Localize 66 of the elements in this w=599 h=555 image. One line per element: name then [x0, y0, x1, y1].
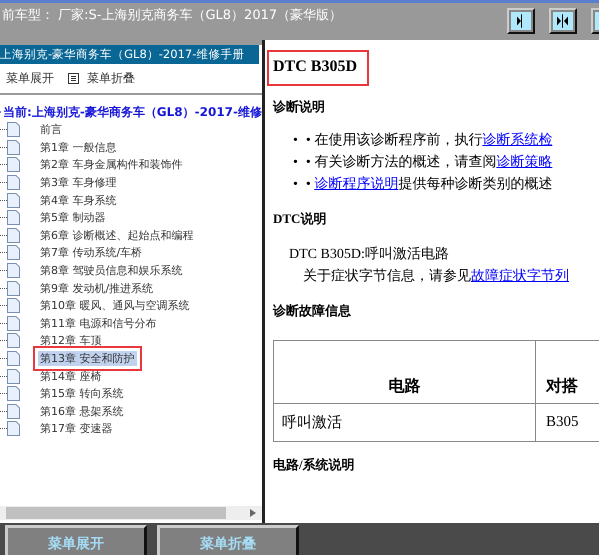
- page-icon: [7, 192, 20, 208]
- scroll-right-icon[interactable]: [250, 509, 256, 517]
- doc-link[interactable]: 故障症状字节列: [471, 269, 569, 284]
- section-heading: 诊断说明: [273, 98, 326, 116]
- list-icon: [68, 73, 79, 84]
- page-icon: [7, 157, 20, 172]
- doc-link[interactable]: 诊断程序说明: [314, 177, 398, 192]
- tree-item[interactable]: 第2章 车身金属构件和装饰件: [38, 157, 184, 172]
- page-icon: [7, 404, 20, 419]
- tree-item[interactable]: 第13章 安全和防护: [38, 351, 136, 366]
- vehicle-info: 前车型： 厂家:S-上海别克商务车（GL8）2017（豪华版）: [1, 7, 344, 24]
- description-text: DTC B305D:呼叫激活电路: [288, 246, 450, 264]
- bullet-icon: •: [293, 155, 298, 170]
- table-cell: 呼叫激活: [274, 404, 536, 442]
- tree-item[interactable]: 前言: [38, 122, 64, 138]
- page-icon: [7, 351, 20, 366]
- horizontal-scrollbar[interactable]: [0, 506, 262, 520]
- page-icon: [7, 298, 20, 314]
- column-header: 对搭: [536, 340, 599, 404]
- tree-item[interactable]: 第6章 诊断概述、起始点和编程: [38, 228, 196, 243]
- tree-item[interactable]: 第7章 传动系统/车桥: [38, 245, 144, 260]
- tree-item[interactable]: 第9章 发动机/推进系统: [38, 280, 156, 296]
- tree-item[interactable]: 第8章 驾驶员信息和娱乐系统: [38, 263, 184, 278]
- tree-item[interactable]: 第1章 一般信息: [38, 140, 118, 155]
- tree-item[interactable]: 第17章 变速器: [38, 421, 114, 436]
- bullet-text: • 在使用该诊断程序前，执行诊断系统检: [306, 133, 552, 148]
- page-icon: [7, 368, 20, 384]
- tree-item[interactable]: 第10章 暖风、通风与空调系统: [38, 298, 192, 314]
- tree-item[interactable]: 第4章 车身系统: [38, 192, 118, 208]
- collapse-menu-link[interactable]: 菜单折叠: [68, 70, 135, 87]
- tree-item[interactable]: 第3章 车身修理: [38, 175, 118, 190]
- column-header: 电路: [274, 340, 536, 404]
- bullet-icon: •: [293, 177, 298, 192]
- doc-link[interactable]: 诊断策略: [496, 155, 552, 170]
- page-icon: [7, 263, 20, 278]
- page-icon: [7, 175, 20, 190]
- description-text: 关于症状字节信息，请参见故障症状字节列: [302, 267, 570, 286]
- page-icon: [7, 122, 20, 138]
- pane-toggle-button[interactable]: [507, 8, 535, 34]
- section-heading: 诊断故障信息: [273, 302, 352, 320]
- doc-link[interactable]: 诊断系统检: [482, 133, 552, 148]
- tree-item[interactable]: 第12章 车顶: [38, 333, 104, 348]
- expand-menu-link[interactable]: 菜单展开: [6, 70, 54, 87]
- section-heading: 电路/系统说明: [273, 456, 356, 474]
- page-icon: [7, 421, 20, 436]
- bullet-text: • 诊断程序说明提供每种诊断类别的概述: [306, 177, 552, 192]
- tree-item[interactable]: 第11章 电源和信号分布: [38, 316, 158, 331]
- bullet-icon: •: [293, 133, 298, 148]
- tree-item[interactable]: 第14章 座椅: [38, 368, 104, 384]
- page-icon: [7, 316, 20, 331]
- tree-item[interactable]: 第15章 转向系统: [38, 386, 126, 402]
- page-icon: [7, 210, 20, 226]
- tree-item[interactable]: 第16章 悬架系统: [38, 404, 126, 419]
- page-icon: [7, 333, 20, 348]
- section-heading: DTC说明: [273, 210, 328, 228]
- page-icon: [7, 228, 20, 243]
- page-icon: [7, 140, 20, 155]
- dtc-title: DTC B305D: [269, 52, 368, 84]
- page-icon: [7, 386, 20, 402]
- tree-item[interactable]: 第5章 制动器: [38, 210, 108, 226]
- split-view-button[interactable]: [549, 8, 577, 34]
- current-manual-label[interactable]: 当前:上海别克-豪华商务车（GL8）-2017-维修: [3, 104, 262, 120]
- manual-title: 上海别克-豪华商务车（GL8）-2017-维修手册: [0, 45, 259, 64]
- page-icon: [7, 245, 20, 260]
- bullet-text: • 有关诊断方法的概述，请查阅诊断策略: [306, 155, 552, 170]
- page-icon: [7, 280, 20, 296]
